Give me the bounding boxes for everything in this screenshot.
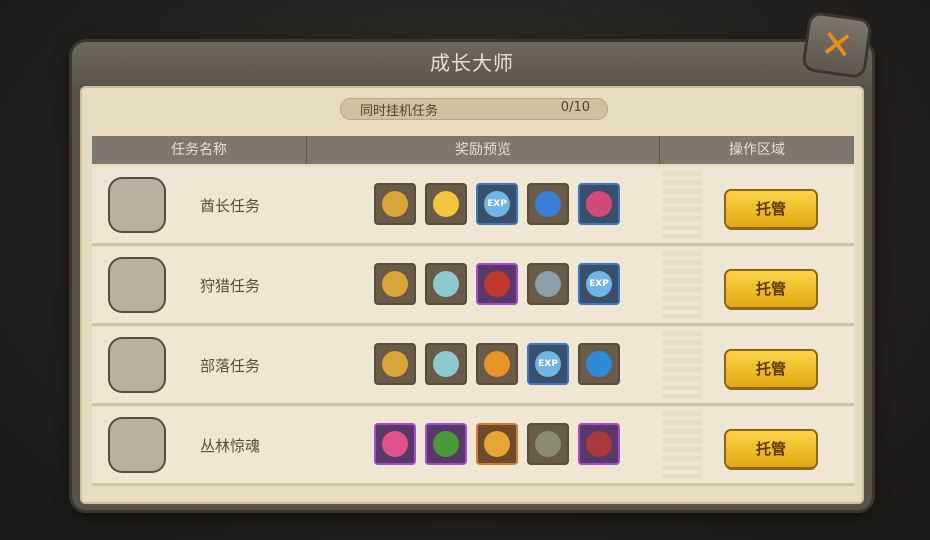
manage-button[interactable]: 托管 bbox=[726, 351, 816, 387]
palm-tree-icon bbox=[433, 431, 459, 457]
reward-item[interactable] bbox=[476, 263, 518, 305]
counter-value: 0/10 bbox=[560, 100, 590, 115]
spear-icon bbox=[535, 271, 561, 297]
column-header-task-name: 任务名称 bbox=[171, 142, 227, 158]
column-header-reward-preview: 奖励预览 bbox=[455, 142, 511, 158]
manage-button[interactable]: 托管 bbox=[726, 271, 816, 307]
idle-task-counter: 同时挂机任务 0/10 bbox=[340, 98, 608, 120]
gold-chest-icon bbox=[382, 271, 408, 297]
gold-box-icon bbox=[484, 431, 510, 457]
reward-item[interactable]: EXP bbox=[578, 263, 620, 305]
torn-edge-texture bbox=[662, 331, 702, 399]
tribe-totem-icon bbox=[110, 339, 164, 391]
reward-item[interactable] bbox=[476, 423, 518, 465]
red-branch-icon bbox=[586, 431, 612, 457]
reward-item[interactable] bbox=[425, 263, 467, 305]
task-row: 丛林惊魂 托管 bbox=[92, 407, 854, 486]
chief-stone-icon bbox=[110, 179, 164, 231]
reward-item[interactable] bbox=[578, 423, 620, 465]
close-button[interactable]: ✕ bbox=[804, 14, 870, 76]
table-header: 任务名称 奖励预览 操作区域 bbox=[92, 136, 854, 164]
reward-item[interactable] bbox=[374, 343, 416, 385]
torn-edge-texture bbox=[662, 251, 702, 319]
gold-hand-icon bbox=[433, 191, 459, 217]
orange-gem-icon bbox=[484, 351, 510, 377]
panel-title: 成长大师 bbox=[72, 42, 872, 84]
task-name: 狩猎任务 bbox=[200, 277, 261, 295]
shell-icon bbox=[433, 271, 459, 297]
task-name: 部落任务 bbox=[200, 357, 261, 375]
reward-item[interactable] bbox=[578, 183, 620, 225]
reward-item[interactable] bbox=[578, 343, 620, 385]
red-flower-icon bbox=[484, 271, 510, 297]
reward-item[interactable] bbox=[374, 423, 416, 465]
stone-ring-icon bbox=[535, 431, 561, 457]
torn-edge-texture bbox=[662, 171, 702, 239]
reward-item[interactable] bbox=[425, 343, 467, 385]
gold-chest-icon bbox=[382, 191, 408, 217]
exp-heart-icon: EXP bbox=[535, 351, 561, 377]
reward-item[interactable] bbox=[425, 423, 467, 465]
reward-item[interactable] bbox=[527, 423, 569, 465]
jungle-beast-icon bbox=[110, 419, 164, 471]
task-row: 酋长任务 EXP 托管 bbox=[92, 167, 854, 246]
task-row: 狩猎任务 EXP 托管 bbox=[92, 247, 854, 326]
blue-feather-icon bbox=[535, 191, 561, 217]
reward-item[interactable] bbox=[476, 343, 518, 385]
manage-button[interactable]: 托管 bbox=[726, 431, 816, 467]
exp-heart-icon: EXP bbox=[586, 271, 612, 297]
reward-item[interactable]: EXP bbox=[527, 343, 569, 385]
task-name: 丛林惊魂 bbox=[200, 437, 261, 455]
blue-puzzle-icon bbox=[586, 351, 612, 377]
counter-label: 同时挂机任务 bbox=[360, 104, 439, 119]
flower-gem-icon bbox=[586, 191, 612, 217]
task-row: 部落任务 EXP 托管 bbox=[92, 327, 854, 406]
gold-chest-icon bbox=[382, 351, 408, 377]
torn-edge-texture bbox=[662, 411, 702, 479]
reward-item[interactable] bbox=[527, 183, 569, 225]
shell-icon bbox=[433, 351, 459, 377]
reward-item[interactable] bbox=[425, 183, 467, 225]
pink-mask-icon bbox=[382, 431, 408, 457]
hunter-skull-icon bbox=[110, 259, 164, 311]
column-header-actions: 操作区域 bbox=[729, 142, 785, 158]
close-icon: ✕ bbox=[818, 20, 856, 70]
exp-heart-icon: EXP bbox=[484, 191, 510, 217]
reward-item[interactable]: EXP bbox=[476, 183, 518, 225]
reward-item[interactable] bbox=[374, 183, 416, 225]
reward-item[interactable] bbox=[527, 263, 569, 305]
manage-button[interactable]: 托管 bbox=[726, 191, 816, 227]
reward-item[interactable] bbox=[374, 263, 416, 305]
task-name: 酋长任务 bbox=[200, 197, 261, 215]
